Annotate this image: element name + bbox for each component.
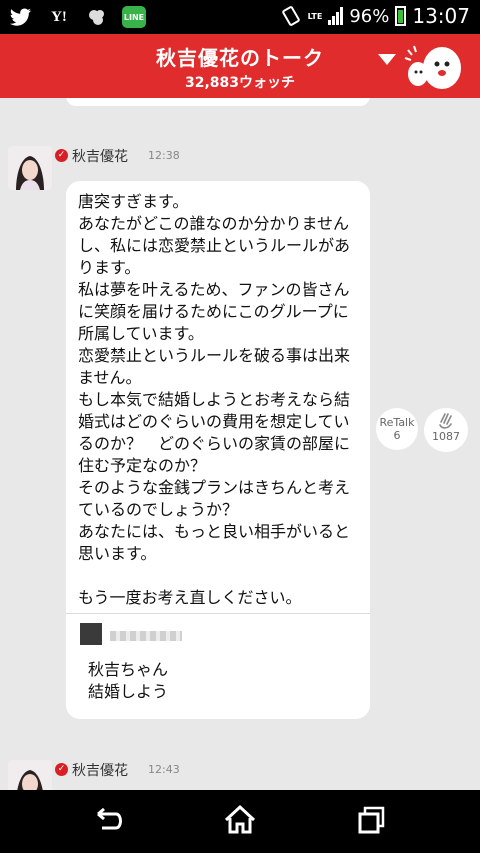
ghost-mascot-icon[interactable]: [404, 40, 464, 96]
verified-badge-icon: ✓: [55, 149, 68, 162]
clap-count: 1087: [432, 430, 460, 443]
battery-icon: [395, 6, 407, 26]
sender-name: 秋吉優花: [72, 763, 128, 779]
dropdown-arrow-icon[interactable]: [378, 54, 396, 65]
avatar[interactable]: [8, 146, 52, 190]
yahoo-icon: Y!: [51, 8, 67, 25]
vibrate-icon: [281, 6, 300, 26]
retalk-button[interactable]: ReTalk 6: [376, 408, 418, 450]
clock: 13:07: [412, 4, 470, 28]
recent-apps-icon[interactable]: [348, 802, 396, 838]
fan-name-redacted: [110, 631, 182, 641]
message-bubble[interactable]: 唐突すぎます。 あなたがどこの誰なのか分かりませんし、私には恋愛禁止というルール…: [66, 181, 370, 719]
battery-percent: 96%: [349, 5, 390, 27]
fan-avatar: [80, 623, 102, 645]
quoted-reply: 秋吉ちゃん 結婚しよう: [88, 660, 169, 701]
retalk-label: ReTalk: [379, 416, 415, 429]
twitter-icon: [8, 6, 34, 28]
message-list[interactable]: ✓ 秋吉優花 12:38 唐突すぎます。 あなたがどこの誰なのか分かりませんし、…: [0, 98, 480, 790]
message-text: 唐突すぎます。 あなたがどこの誰なのか分かりませんし、私には恋愛禁止というルール…: [78, 192, 351, 607]
verified-badge-icon: ✓: [55, 763, 68, 776]
message-time: 12:38: [148, 149, 180, 162]
leaf-icon: [84, 6, 110, 28]
clap-button[interactable]: 1087: [424, 408, 468, 452]
retalk-count: 6: [393, 429, 401, 442]
back-icon[interactable]: [84, 802, 132, 838]
sender-name: 秋吉優花: [72, 149, 128, 165]
signal-icon: [328, 7, 344, 25]
message-time: 12:43: [148, 763, 180, 776]
clap-icon: [439, 413, 452, 429]
line-icon: LINE: [122, 6, 146, 28]
status-bar: Y! LINE LTE 96% 13:07: [0, 0, 480, 34]
previous-message-bubble: [66, 98, 370, 106]
android-nav-bar: [0, 790, 480, 853]
avatar[interactable]: [8, 760, 52, 790]
divider: [66, 613, 370, 614]
network-type: LTE: [307, 11, 323, 21]
home-icon[interactable]: [216, 802, 264, 838]
